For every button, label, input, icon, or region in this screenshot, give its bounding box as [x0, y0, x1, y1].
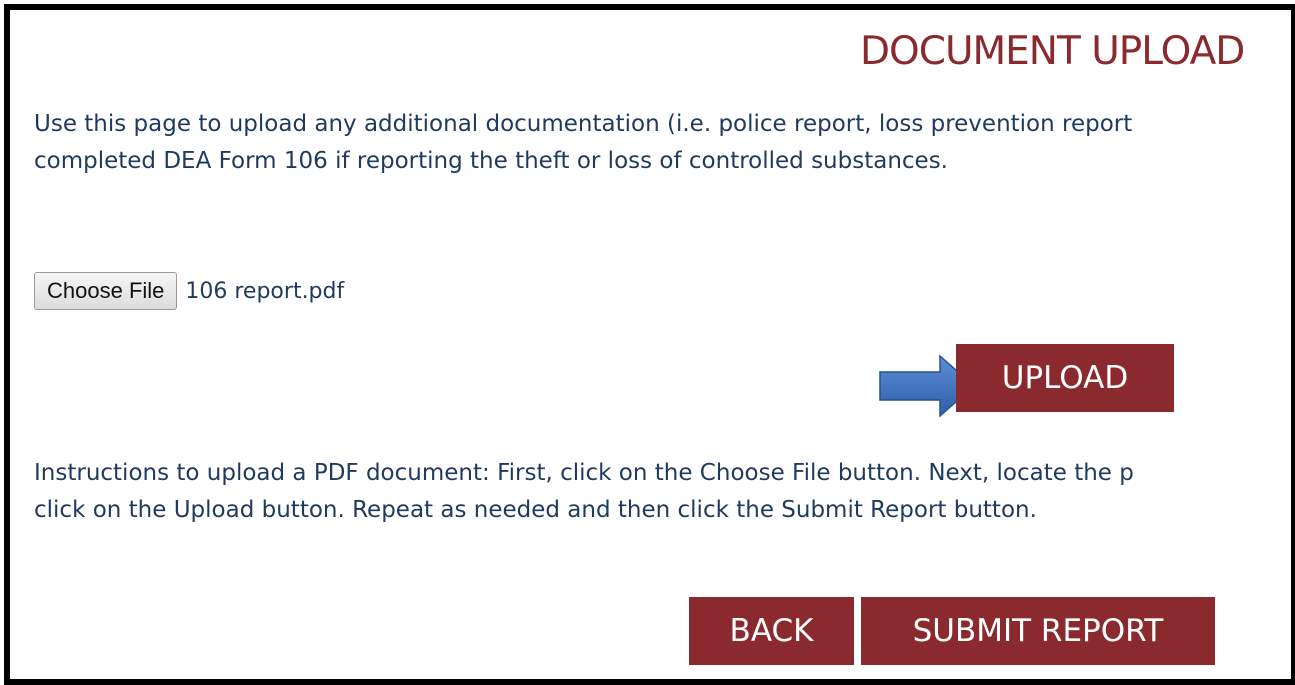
intro-text-line-1: Use this page to upload any additional d…	[34, 111, 1133, 137]
upload-button[interactable]: UPLOAD	[956, 344, 1174, 412]
choose-file-button[interactable]: Choose File	[34, 272, 178, 310]
intro-text-line-2: completed DEA Form 106 if reporting the …	[34, 148, 948, 174]
intro-text: Use this page to upload any additional d…	[34, 106, 1132, 180]
back-button[interactable]: BACK	[689, 597, 854, 665]
document-upload-panel: DOCUMENT UPLOAD Use this page to upload …	[4, 4, 1295, 685]
submit-report-button[interactable]: SUBMIT REPORT	[861, 597, 1215, 665]
instructions-text-line-1: Instructions to upload a PDF document: F…	[34, 460, 1134, 486]
page-title: DOCUMENT UPLOAD	[860, 29, 1245, 74]
instructions-text-line-2: click on the Upload button. Repeat as ne…	[34, 497, 1037, 523]
instructions-text: Instructions to upload a PDF document: F…	[34, 455, 1134, 529]
selected-file-name: 106 report.pdf	[185, 278, 345, 304]
file-picker: Choose File 106 report.pdf	[34, 272, 344, 310]
